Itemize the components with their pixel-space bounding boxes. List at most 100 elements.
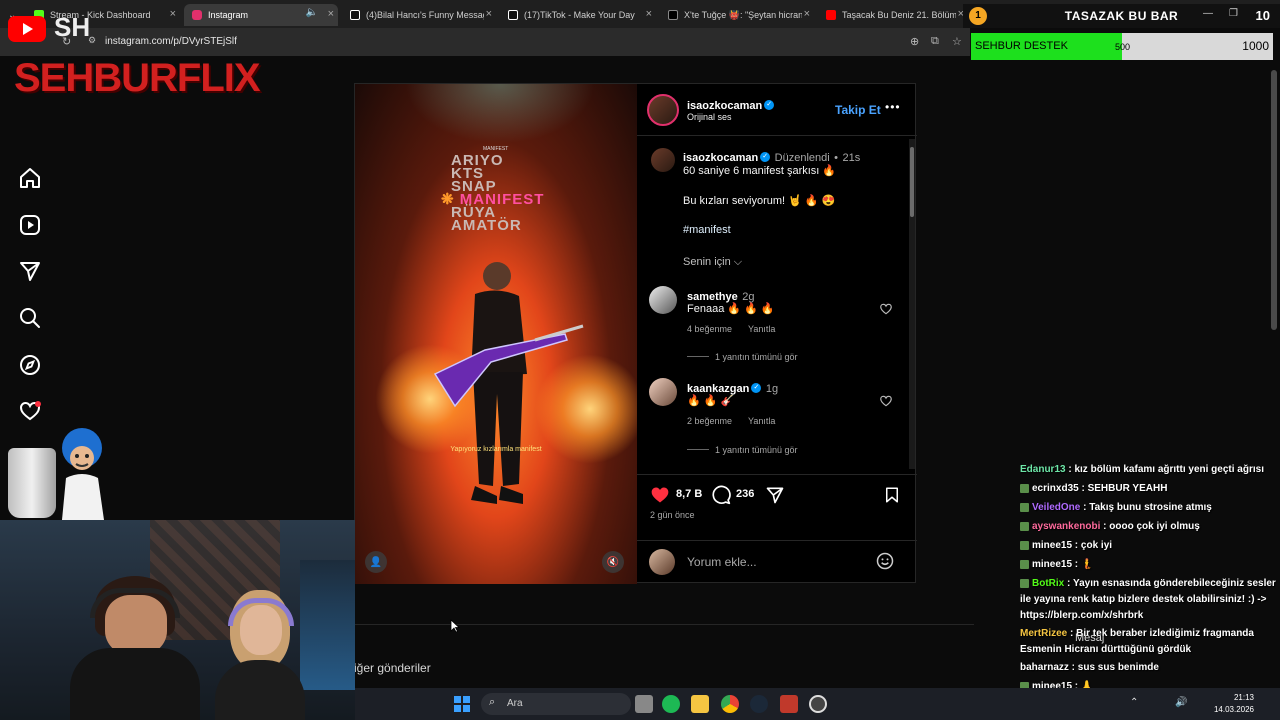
- chat-username[interactable]: minee15: [1032, 559, 1072, 570]
- reels-icon[interactable]: [18, 213, 42, 237]
- obs-icon[interactable]: [809, 695, 827, 713]
- subscriber-badge-icon: [1020, 502, 1029, 512]
- mouse-cursor-icon: [450, 619, 460, 633]
- chat-username[interactable]: VeiledOne: [1032, 502, 1080, 513]
- close-icon[interactable]: ×: [804, 8, 810, 20]
- reply-button[interactable]: Yanıtla: [748, 416, 775, 426]
- chat-message: baharnazz : sus sus benimde: [1020, 658, 1278, 677]
- view-replies-button[interactable]: 1 yanıtın tümünü gör: [715, 352, 798, 362]
- view-replies-button[interactable]: 1 yanıtın tümünü gör: [715, 445, 798, 455]
- chat-separator: :: [1072, 559, 1081, 570]
- restore-icon[interactable]: ❐: [1229, 8, 1238, 19]
- avatar[interactable]: [651, 148, 675, 172]
- tiktok-icon: [508, 10, 518, 20]
- chrome-icon[interactable]: [721, 695, 739, 713]
- hashtag-link[interactable]: #manifest: [683, 224, 731, 236]
- close-icon[interactable]: ×: [170, 8, 176, 20]
- tab-tiktok-1[interactable]: (4)Bilal Hancı's Funny Message ×: [342, 4, 496, 26]
- chat-username[interactable]: MertRizee: [1020, 628, 1067, 639]
- x-icon: [668, 10, 678, 20]
- spotify-icon[interactable]: [662, 695, 680, 713]
- steam-icon[interactable]: [750, 695, 768, 713]
- comment-count[interactable]: 236: [736, 488, 754, 500]
- mute-icon[interactable]: 🔇: [602, 551, 624, 573]
- tab-x[interactable]: X'te Tuğçe 👹: "Şeytan hicran ×: [660, 4, 814, 26]
- start-tile: [463, 705, 470, 712]
- volume-icon[interactable]: 🔊: [1175, 697, 1187, 708]
- caption-line: Bu kızları seviyorum! 🤘 🔥 😍: [683, 195, 836, 207]
- audio-label[interactable]: Orijinal ses: [687, 112, 732, 122]
- for-you-dropdown[interactable]: Senin için ⌵: [683, 256, 742, 269]
- close-icon[interactable]: ×: [486, 8, 492, 20]
- taskbar-search[interactable]: ⌕ Ara: [481, 693, 631, 715]
- thread-line: [687, 356, 709, 357]
- comment-likes[interactable]: 2 beğenme: [687, 416, 732, 426]
- more-options-icon[interactable]: •••: [885, 100, 901, 114]
- monitor-glow: [300, 560, 355, 690]
- share-icon[interactable]: [765, 485, 785, 505]
- chat-text: çok iyi: [1080, 540, 1113, 551]
- goal-target: 1000: [1242, 39, 1269, 53]
- song-list: ARIYO KTS SNAP ❋ MANIFEST RÜYA AMATÖR: [441, 153, 544, 233]
- emoji-icon[interactable]: [875, 551, 895, 571]
- tab-tiktok-2[interactable]: (17)TikTok - Make Your Day ×: [500, 4, 656, 26]
- scroll-thumb[interactable]: [910, 147, 914, 217]
- url-field[interactable]: instagram.com/p/DVyrSTEjSlf: [105, 36, 237, 47]
- chat-username[interactable]: Edanur13: [1020, 464, 1066, 475]
- close-icon[interactable]: ×: [328, 8, 334, 20]
- save-bookmark-icon[interactable]: [883, 485, 901, 505]
- author-username[interactable]: isaozkocaman: [687, 100, 762, 112]
- goal-current: 500: [1115, 42, 1131, 52]
- caption-username[interactable]: isaozkocaman: [683, 152, 758, 164]
- home-icon[interactable]: [18, 166, 42, 190]
- subscriber-badge-icon: [1020, 483, 1029, 493]
- follow-button[interactable]: Takip Et: [835, 103, 881, 117]
- chat-username[interactable]: minee15: [1032, 540, 1072, 551]
- speaker-icon[interactable]: 🔈: [306, 7, 318, 18]
- minimize-icon[interactable]: —: [1203, 8, 1213, 19]
- notifications-heart-icon[interactable]: [18, 399, 42, 423]
- like-count[interactable]: 8,7 B: [676, 488, 702, 500]
- wifi-icon[interactable]: ⌃: [1130, 697, 1138, 708]
- chat-text: oooo çok iyi olmuş: [1109, 521, 1200, 532]
- avatar[interactable]: [647, 94, 679, 126]
- chat-username[interactable]: baharnazz: [1020, 662, 1069, 673]
- bookmark-star-icon[interactable]: ☆: [952, 35, 962, 48]
- tab-instagram[interactable]: Instagram 🔈 ×: [184, 4, 338, 26]
- tab-youtube[interactable]: Taşacak Bu Deniz 21. Bölüm @×: [818, 4, 968, 26]
- file-explorer-icon[interactable]: [691, 695, 709, 713]
- comment-likes[interactable]: 4 beğenme: [687, 324, 732, 334]
- reply-button[interactable]: Yanıtla: [748, 324, 775, 334]
- zoom-icon[interactable]: ⊕: [910, 35, 919, 48]
- chat-input[interactable]: Mesaj: [1075, 632, 1104, 644]
- chat-message: ecrinxd35 : SEHBUR YEAHH: [1020, 479, 1278, 498]
- tab-kick-dashboard[interactable]: Stream - Kick Dashboard ×: [26, 4, 180, 26]
- voicemeeter-icon[interactable]: [780, 695, 798, 713]
- instagram-icon: [192, 10, 202, 20]
- windows-start-icon[interactable]: [454, 696, 470, 712]
- search-icon[interactable]: [18, 306, 42, 330]
- scroll-thumb[interactable]: [1271, 70, 1277, 330]
- comment-icon[interactable]: [711, 485, 731, 505]
- reel-video[interactable]: MANIFEST ARIYO KTS SNAP ❋ MANIFEST RÜYA …: [355, 84, 637, 584]
- avatar[interactable]: [649, 378, 677, 406]
- heart-icon[interactable]: [879, 394, 893, 408]
- like-heart-icon[interactable]: [649, 485, 671, 505]
- heart-icon[interactable]: [879, 302, 893, 316]
- chat-text: SEHBUR YEAHH: [1087, 483, 1168, 494]
- chat-username[interactable]: ecrinxd35: [1032, 483, 1079, 494]
- user-tag-icon[interactable]: 👤: [365, 551, 387, 573]
- send-icon[interactable]: [18, 259, 42, 283]
- task-view-icon[interactable]: [635, 695, 653, 713]
- chat-username[interactable]: ayswankenobi: [1032, 521, 1100, 532]
- explore-icon[interactable]: [18, 353, 42, 377]
- close-icon[interactable]: ×: [646, 8, 652, 20]
- system-clock[interactable]: 21:13 14.03.2026: [1214, 692, 1254, 716]
- comments-scrollbar[interactable]: [909, 139, 915, 469]
- install-icon[interactable]: ⧉: [931, 35, 939, 48]
- start-tile: [463, 696, 470, 703]
- webcam-feed: [0, 520, 355, 720]
- comment-input[interactable]: Yorum ekle...: [687, 555, 757, 569]
- avatar[interactable]: [649, 286, 677, 314]
- chat-username[interactable]: BotRix: [1032, 578, 1064, 589]
